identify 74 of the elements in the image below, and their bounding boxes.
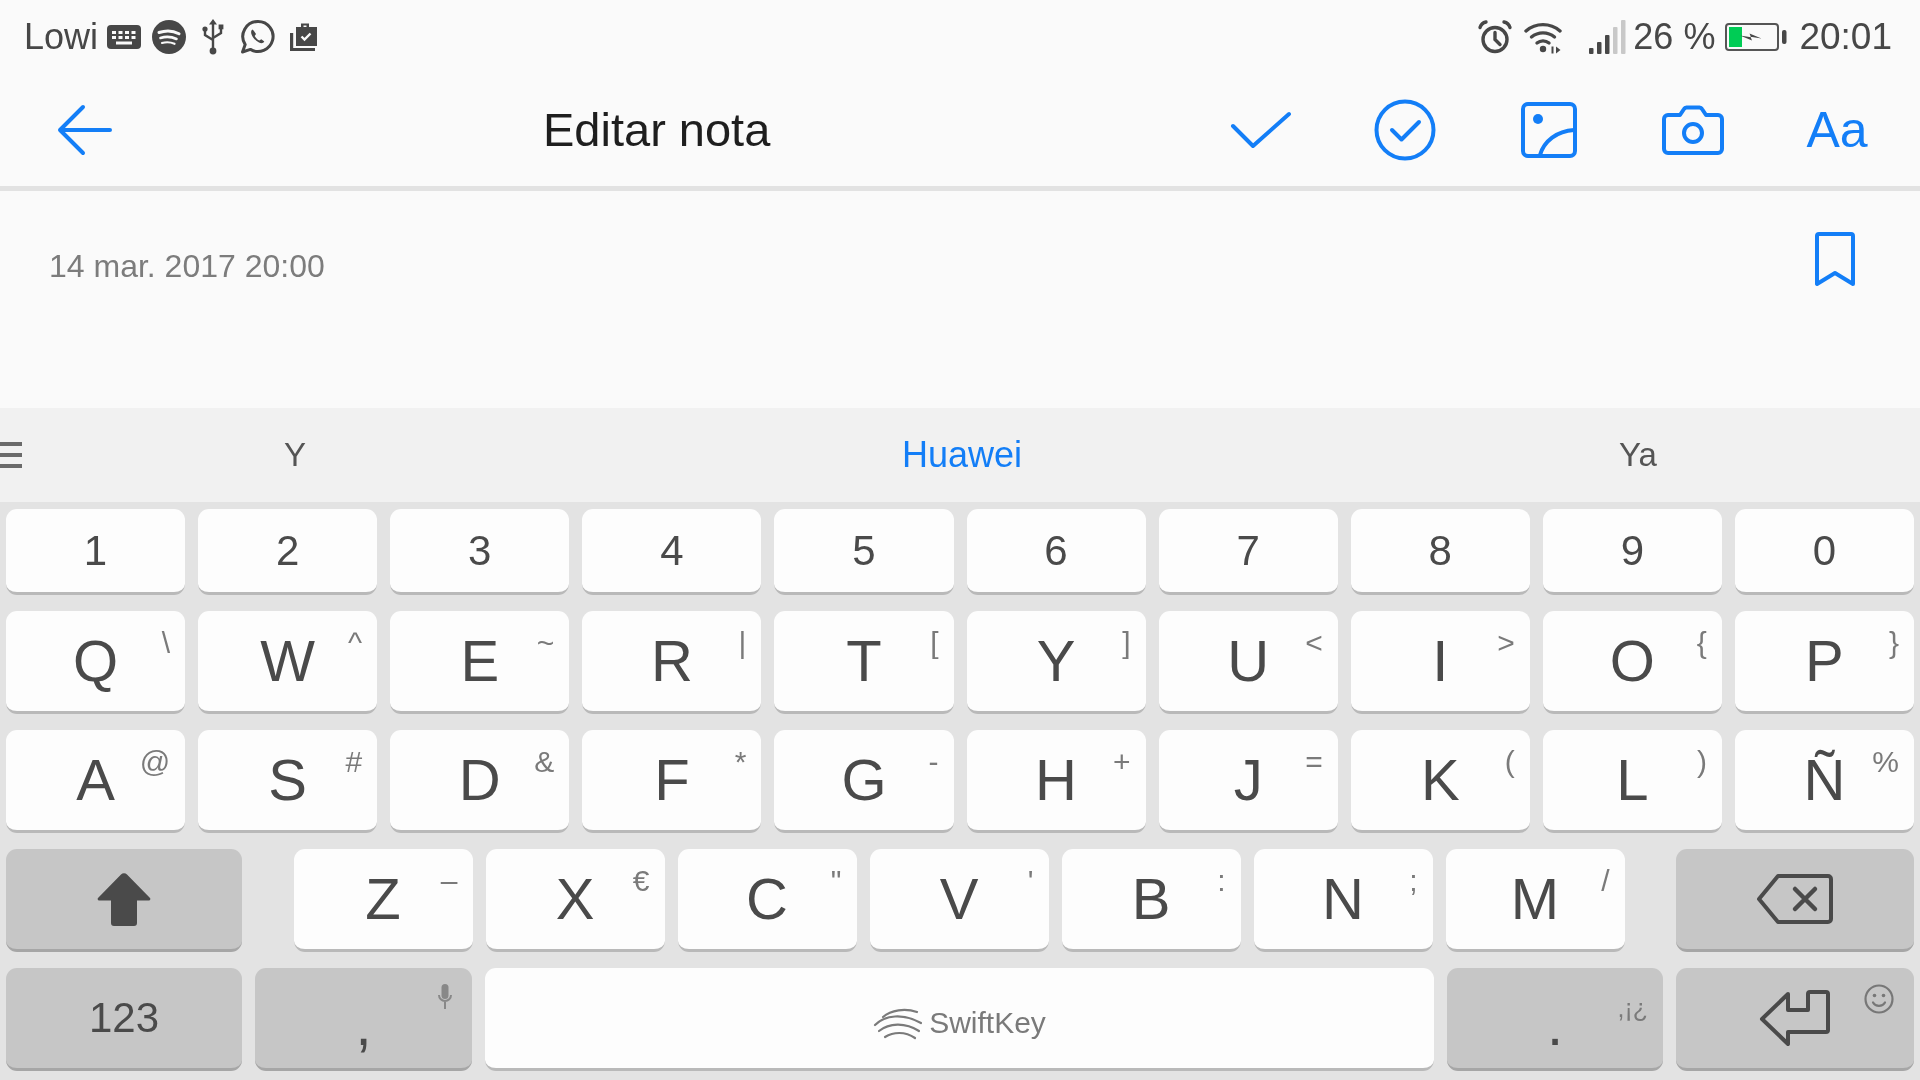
note-date: 14 mar. 2017 20:00 xyxy=(49,250,325,282)
keyboard-key[interactable]: 6 xyxy=(966,509,1146,595)
keyboard-key[interactable]: 3 xyxy=(390,509,570,595)
keyboard-key[interactable]: K ( xyxy=(1350,730,1530,833)
keyboard-key[interactable]: G - xyxy=(774,730,954,833)
circle-arcs-icon xyxy=(152,19,187,54)
camera-icon xyxy=(1662,104,1724,155)
keyboard-key[interactable]: J = xyxy=(1158,730,1338,833)
keyboard-key[interactable]: I > xyxy=(1350,611,1530,714)
space-key[interactable]: SwiftKey xyxy=(485,968,1434,1071)
keyboard-key[interactable]: 4 xyxy=(582,509,762,595)
keyboard-key[interactable]: M / xyxy=(1445,849,1625,952)
image-icon xyxy=(1521,101,1577,158)
keyboard-key[interactable]: N ; xyxy=(1253,849,1433,952)
period-key[interactable]: . ,¡¿ xyxy=(1447,968,1663,1071)
enter-icon xyxy=(1758,988,1832,1048)
word-suggestion[interactable]: Ya xyxy=(1356,415,1920,495)
keyboard-key[interactable]: R | xyxy=(582,611,762,714)
keyboard-key[interactable]: 5 xyxy=(774,509,954,595)
keyboard-key[interactable]: 2 xyxy=(198,509,378,595)
keyboard-key[interactable]: C " xyxy=(677,849,857,952)
alarm-clock-icon xyxy=(1477,18,1514,55)
usb-icon xyxy=(201,18,226,55)
backspace-key[interactable] xyxy=(1676,849,1914,952)
keyboard-key[interactable]: E ~ xyxy=(390,611,570,714)
keyboard-key[interactable]: A @ xyxy=(6,730,186,833)
keyboard-key[interactable]: O { xyxy=(1542,611,1722,714)
keyboard-key[interactable]: U < xyxy=(1158,611,1338,714)
keyboard-key[interactable]: D & xyxy=(390,730,570,833)
keyboard-key[interactable]: Q \ xyxy=(6,611,186,714)
keyboard-key[interactable]: Y ] xyxy=(966,611,1146,714)
keyboard-icon xyxy=(107,24,142,49)
text-style-button[interactable]: Aa xyxy=(1765,81,1909,178)
check-icon xyxy=(1230,110,1292,149)
shift-icon xyxy=(95,871,153,927)
keyboard-brand: SwiftKey xyxy=(929,1008,1046,1038)
keyboard-key[interactable]: B : xyxy=(1061,849,1241,952)
screen-title: Editar nota xyxy=(543,103,771,156)
keyboard-key[interactable]: L ) xyxy=(1542,730,1722,833)
keyboard-key[interactable]: S # xyxy=(198,730,378,833)
check-circle-icon xyxy=(1374,98,1436,161)
carrier-name: Lowi xyxy=(24,18,99,55)
keyboard-key[interactable]: P } xyxy=(1734,611,1914,714)
keyboard-key[interactable]: W ^ xyxy=(198,611,378,714)
comma-key[interactable]: , xyxy=(255,968,472,1071)
keyboard-key[interactable]: Z – xyxy=(293,849,473,952)
keyboard-key[interactable]: F * xyxy=(582,730,762,833)
keyboard-key[interactable]: X € xyxy=(485,849,665,952)
menu-icon[interactable] xyxy=(0,441,22,469)
enter-key[interactable] xyxy=(1676,968,1914,1071)
keyboard-key[interactable]: V ' xyxy=(869,849,1049,952)
phone-bubble-icon xyxy=(240,18,277,55)
battery-charging-icon xyxy=(1725,22,1788,51)
smiley-icon xyxy=(1864,984,1894,1014)
battery-percent: 26 % xyxy=(1633,18,1716,55)
arrow-left-icon xyxy=(55,102,113,157)
microphone-icon xyxy=(438,984,452,1010)
keyboard-key[interactable]: 8 xyxy=(1350,509,1530,595)
keyboard-key[interactable]: 0 xyxy=(1734,509,1914,595)
keyboard-key[interactable]: H + xyxy=(966,730,1146,833)
keyboard-key[interactable]: 7 xyxy=(1158,509,1338,595)
keyboard-key[interactable]: 1 xyxy=(6,509,186,595)
word-suggestion[interactable]: Y xyxy=(22,415,568,495)
symbols-key[interactable]: 123 xyxy=(6,968,242,1071)
swirl-logo-icon xyxy=(873,1006,924,1040)
bookmark-button[interactable] xyxy=(1813,230,1857,288)
keyboard-key[interactable]: T [ xyxy=(774,611,954,714)
bookmark-icon xyxy=(1813,230,1857,288)
signal-icon xyxy=(1589,18,1628,55)
backspace-icon xyxy=(1756,873,1834,925)
keyboard-key[interactable]: 9 xyxy=(1542,509,1722,595)
clock-time: 20:01 xyxy=(1799,18,1892,55)
keyboard-key[interactable]: Ñ % xyxy=(1734,730,1914,833)
shift-key[interactable] xyxy=(6,849,242,952)
